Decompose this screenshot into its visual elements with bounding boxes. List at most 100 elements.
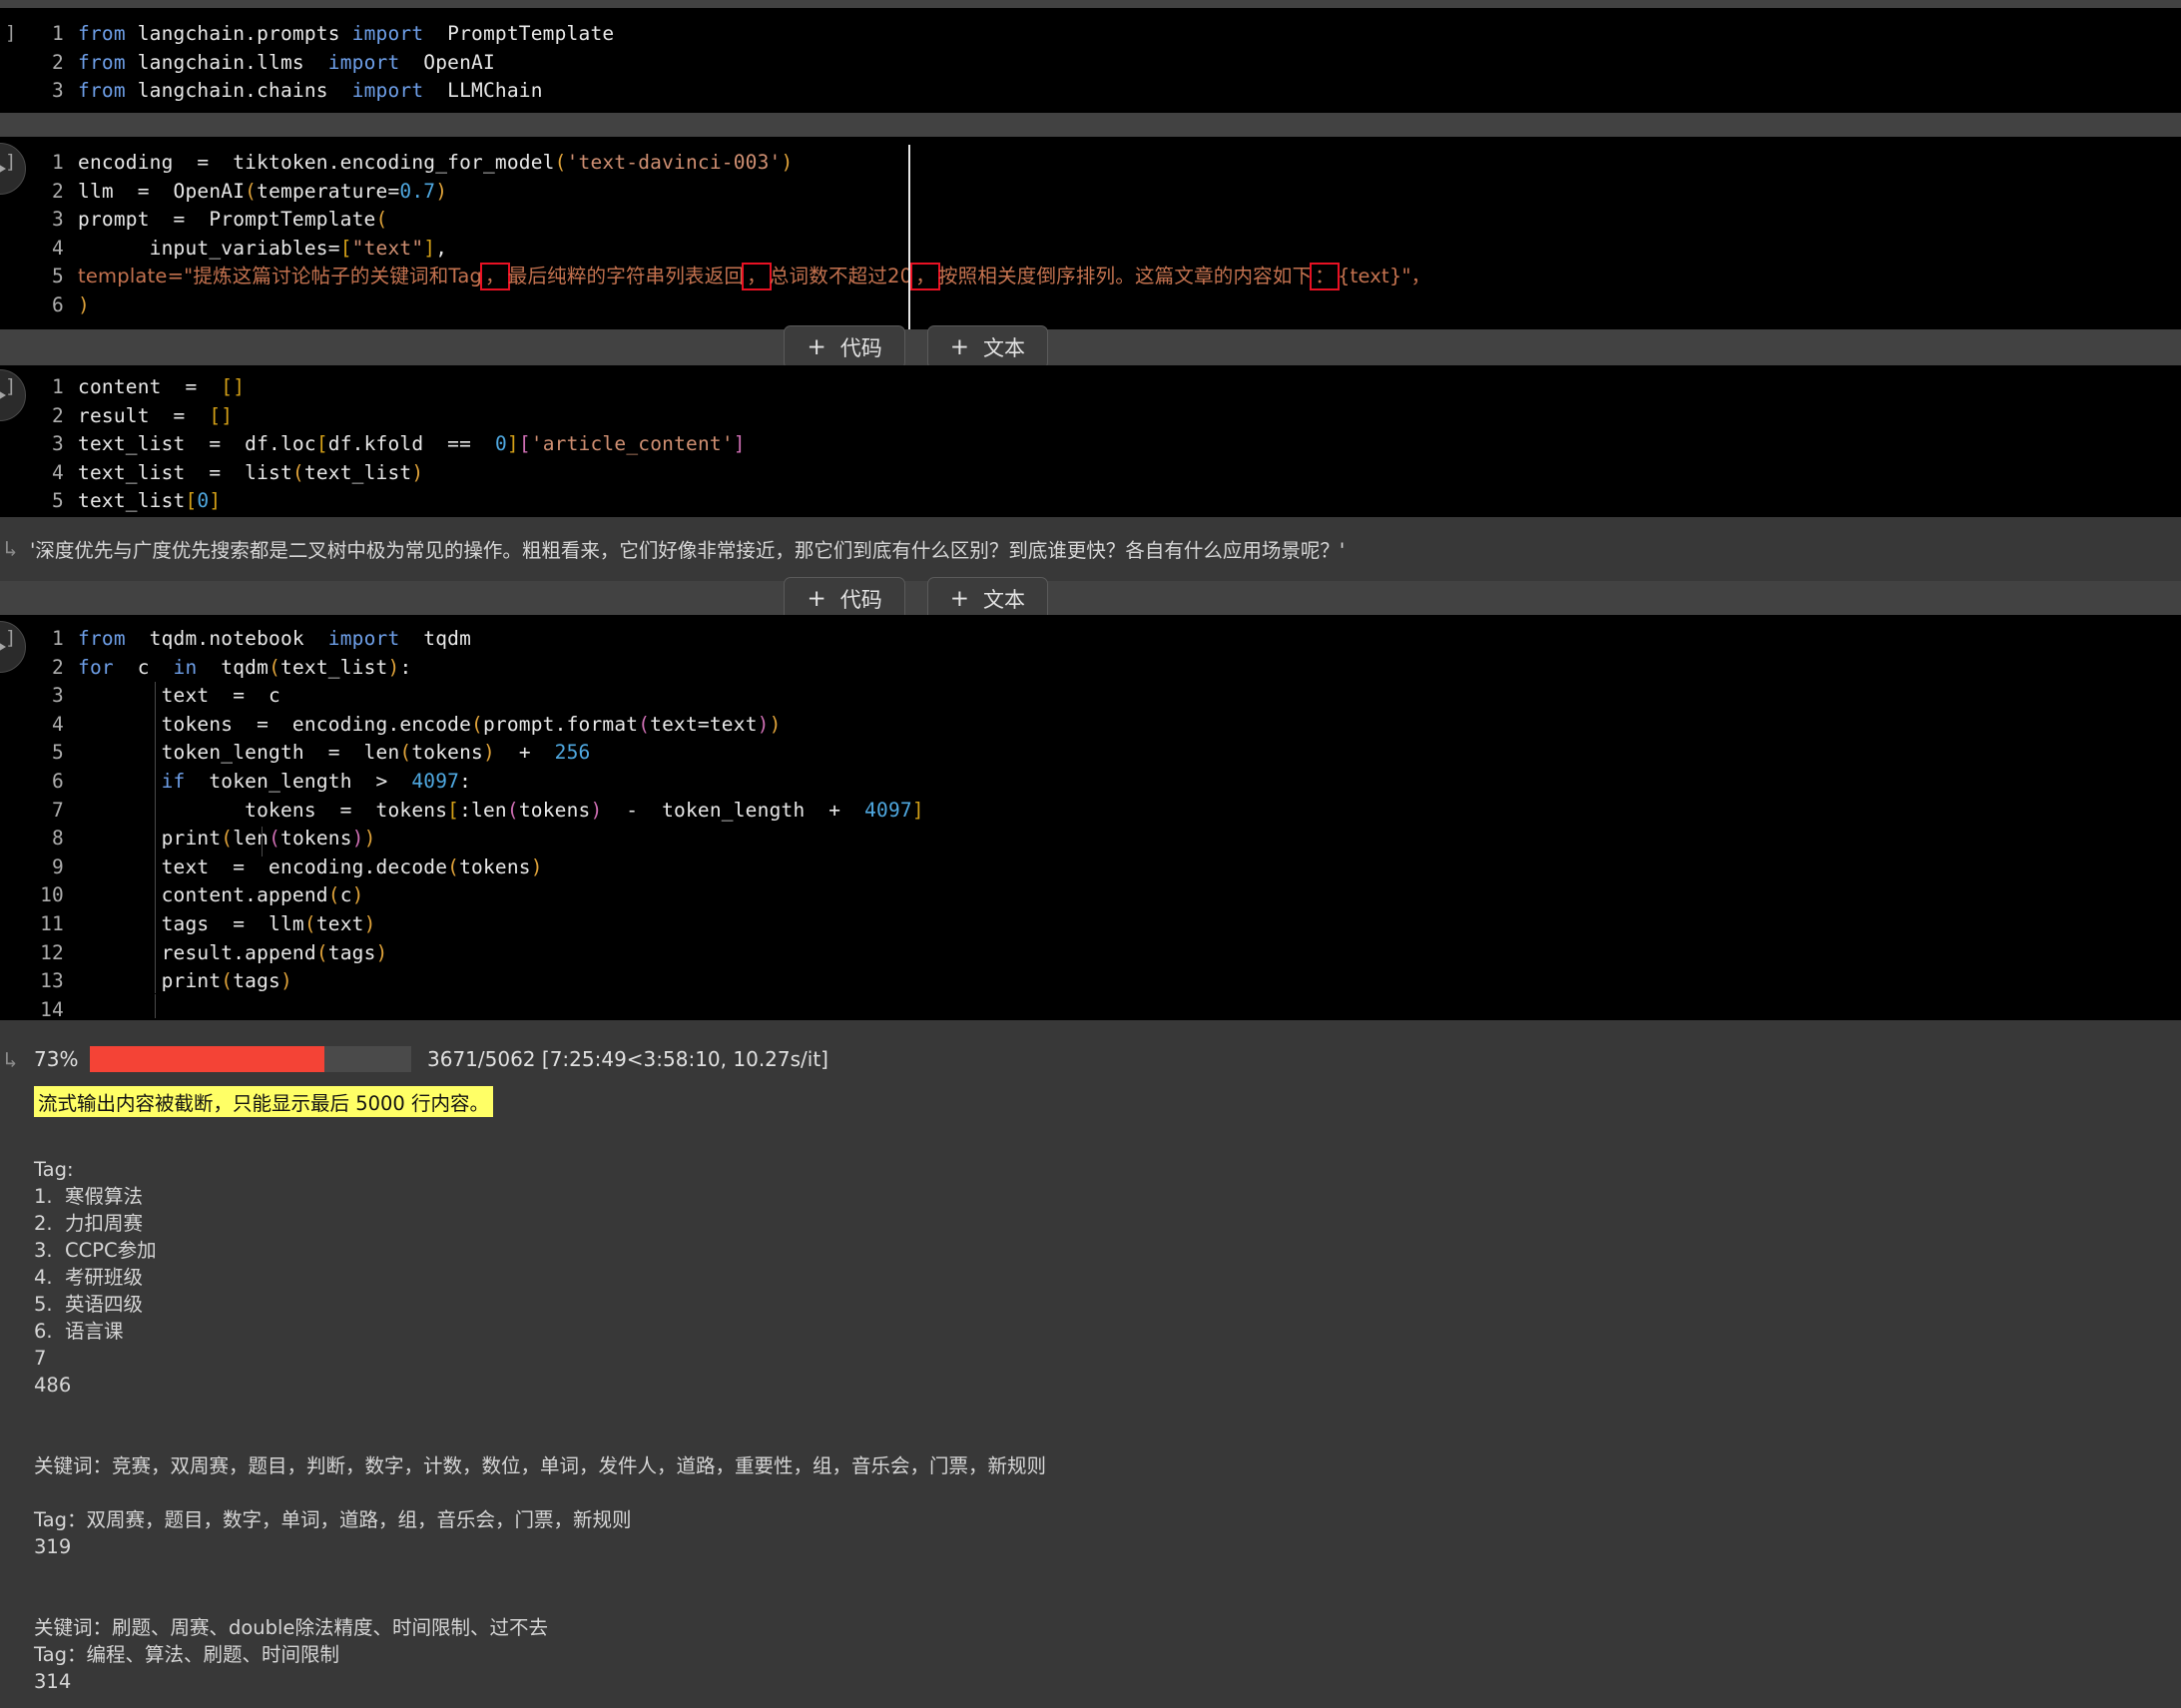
stdout-line: 486 [34,1374,72,1397]
code-line: 13 print(tags) [40,969,292,993]
stdout-line: 2. 力扣周赛 [34,1212,144,1235]
execution-bracket: ] [5,22,17,44]
template-mid-3: 按照相关度倒序排列。这篇文章的内容如下 [937,265,1313,288]
code-area[interactable]: 1 from tqdm.notebook import tqdm 2 for c i… [36,625,2181,1024]
progress-percent-label: 73% [34,1047,79,1071]
code-line: 3 from langchain.chains import LLMChain [52,79,543,103]
code-line: 1 encoding = tiktoken.encoding_for_model(… [52,151,794,174]
code-cell-prompt-setup[interactable]: ] 1 encoding = tiktoken.encoding_for_mode… [0,137,2181,340]
add-text-label-2: 文本 [983,588,1025,612]
boxed-colon: ： [1310,263,1340,291]
colab-notebook: ] 1 from langchain.prompts import PromptT… [0,0,2181,1708]
code-cell-main-loop[interactable]: ] 1 from tqdm.notebook import tqdm 2 for c… [0,615,2181,1021]
progress-stats: 3671/5062 [7:25:49<3:58:10, 10.27s/it] [427,1047,828,1071]
progress-fill [90,1046,325,1072]
code-line: 10 content.append(c) [40,883,364,907]
code-line: 1 from tqdm.notebook import tqdm [52,627,472,650]
boxed-comma-2: ， [742,263,772,291]
output-arrow-icon: ↳ [4,1048,18,1073]
code-line: 5 token_length = len(tokens) + 256 [52,741,591,765]
output-arrow-icon: ↳ [4,537,18,562]
add-text-label: 文本 [983,336,1025,360]
plus-icon: + [949,333,969,360]
code-line: 3 text_list = df.loc[df.kfold == 0]['arti… [52,432,746,456]
truncation-warning: 流式输出内容被截断，只能显示最后 5000 行内容。 [34,1086,494,1117]
add-code-button[interactable]: + 代码 [784,325,905,369]
text-cursor [908,145,910,340]
stdout-block: Tag: 1. 寒假算法 2. 力扣周赛 3. CCPC参加 4. 考研班级 5… [34,1129,2181,1695]
cell-gutter: ] [0,615,40,1020]
indent-guide-3 [262,827,263,856]
stdout-line: 6. 语言课 [34,1320,124,1343]
template-mid-1: 最后纯粹的字符串列表返回 [507,265,745,288]
code-cell-imports[interactable]: ] 1 from langchain.prompts import PromptT… [0,8,2181,113]
stdout-line: Tag：双周赛，题目，数字，单词，道路，组，音乐会，门票，新规则 [34,1508,632,1531]
indent-guide-2 [155,994,156,1018]
execution-bracket: ] [5,627,17,649]
code-area[interactable]: 1 encoding = tiktoken.encoding_for_model(… [36,149,2181,320]
code-line: 1 content = [] [52,375,246,398]
plus-icon: + [807,585,826,612]
stdout-line: Tag: [34,1158,74,1181]
stdout-line: 5. 英语四级 [34,1293,144,1316]
truncation-warning-row: 流式输出内容被截断，只能显示最后 5000 行内容。 [34,1086,2181,1117]
code-area[interactable]: 1 from langchain.prompts import PromptTem… [36,20,2181,106]
boxed-comma-3: ， [910,263,940,291]
cell-gutter: ] [0,365,40,517]
indent-guide-1 [155,682,156,993]
code-cell-load-text[interactable]: ] 1 content = [] 2 result = [] 3 text_list … [0,365,2181,517]
stdout-line: Tag：编程、算法、刷题、时间限制 [34,1643,340,1666]
code-line: 3 prompt = PromptTemplate( [52,208,388,232]
add-code-label: 代码 [839,336,882,360]
code-line: 12 result.append(tags) [40,940,388,964]
stdout-line [34,1425,2181,1452]
code-line: 11 tags = llm(text) [40,911,376,935]
cell-gutter: ] [0,137,40,329]
code-line: 2 for c in tqdm(text_list): [52,655,412,679]
cell-output-text: ↳ '深度优先与广度优先搜索都是二叉树中极为常见的操作。粗粗看来，它们好像非常接… [0,517,2181,581]
stdout-line: 关键词：刷题、周赛、double除法精度、时间限制、过不去 [34,1616,548,1639]
execution-bracket: ] [5,151,17,173]
code-line: 2 result = [] [52,403,234,427]
code-line: 6) [52,292,90,316]
stdout-line: 1. 寒假算法 [34,1185,144,1208]
stdout-line: 3. CCPC参加 [34,1239,157,1262]
code-line: 3 text = c [52,684,280,708]
code-line: 8 print(len(tokens)) [52,827,376,851]
cell-gutter: ] [0,8,40,113]
stdout-line: 319 [34,1535,72,1558]
code-area[interactable]: 1 content = [] 2 result = [] 3 text_list = … [36,373,2181,516]
top-strip [0,0,2181,8]
tqdm-progress-bar: 73% 3671/5062 [7:25:49<3:58:10, 10.27s/i… [34,1046,2181,1072]
stdout-line: 7 [34,1347,47,1370]
plus-icon: + [807,333,826,360]
cell-output-run: ↳ 73% 3671/5062 [7:25:49<3:58:10, 10.27s… [0,1020,2181,1708]
stdout-line [34,1129,2181,1156]
stdout-line: 4. 考研班级 [34,1266,144,1289]
progress-track [90,1046,411,1072]
add-text-button[interactable]: + 文本 [926,325,1048,369]
template-suffix: {text}"， [1338,265,1431,288]
stdout-line: 314 [34,1670,72,1693]
cell-separator-3: + 代码 + 文本 [0,577,2181,621]
plus-icon: + [949,585,969,612]
stdout-line [34,1399,2181,1425]
add-code-label-2: 代码 [839,588,882,612]
template-prefix: template="提炼这篇讨论帖子的关键词和Tag [78,265,483,288]
code-line: 4 input_variables=["text"], [52,236,448,260]
output-text-value: '深度优先与广度优先搜索都是二叉树中极为常见的操作。粗粗看来，它们好像非常接近，… [30,539,1346,562]
code-line: 6 if token_length > 4097: [52,769,472,793]
code-line: 4 text_list = list(text_list) [52,460,424,484]
stdout-line: 关键词：竞赛，双周赛，题目，判断，数字，计数，数位，单词，发件人，道路，重要性，… [34,1454,1047,1477]
code-line: 5 text_list[0] [52,489,222,513]
code-line: 1 from langchain.prompts import PromptTem… [52,22,615,45]
code-line-template: 5 template="提炼这篇讨论帖子的关键词和Tag，最后纯粹的字符串列表返回… [52,263,1431,291]
code-line: 7 tokens = tokens[:len(tokens) - token_l… [52,798,924,822]
code-line: 4 tokens = encoding.encode(prompt.format… [52,712,782,736]
code-line: 9 text = encoding.decode(tokens) [52,854,543,878]
stdout-line [34,1560,2181,1587]
boxed-comma-1: ， [480,263,510,291]
template-mid-2: 总词数不超过20 [769,265,913,288]
code-line: 2 llm = OpenAI(temperature=0.7) [52,179,448,203]
code-line: 2 from langchain.llms import OpenAI [52,50,495,74]
